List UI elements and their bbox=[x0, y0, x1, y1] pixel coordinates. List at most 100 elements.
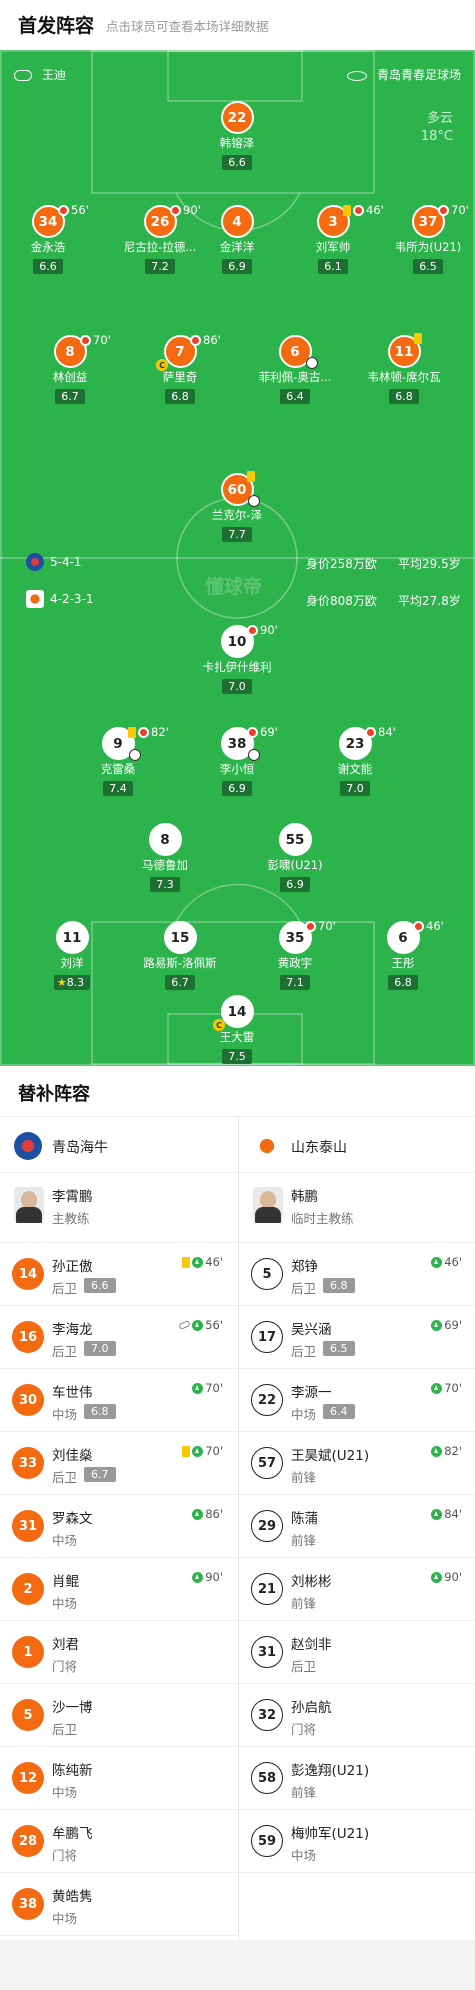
sub-player-name: 李海龙 bbox=[52, 1322, 93, 1338]
sub-player-row[interactable]: 22 李源一 中场 6.4 70' bbox=[239, 1369, 475, 1432]
pitch-player[interactable]: 60 兰克尔-泽 7.7 bbox=[187, 471, 287, 542]
pitch-player[interactable]: 3 刘军帅 6.1 46' bbox=[283, 203, 384, 274]
player-rating: 6.1 bbox=[318, 259, 348, 274]
pitch-player[interactable]: 11 刘洋 ★8.3 bbox=[22, 921, 122, 990]
sub-player-row[interactable]: 21 刘彬彬 前锋 90' bbox=[239, 1558, 475, 1621]
pitch-player[interactable]: 23 谢文能 7.0 84' bbox=[305, 725, 405, 796]
player-rating: 7.0 bbox=[340, 781, 370, 796]
player-number: 11 bbox=[55, 921, 89, 954]
sub-player-row[interactable]: 17 吴兴涵 后卫 6.5 69' bbox=[239, 1306, 475, 1369]
coach-row[interactable]: 李霄鹏 主教练 bbox=[0, 1173, 237, 1243]
sub-player-position: 前锋 bbox=[291, 1533, 317, 1548]
sub-minute: 69' bbox=[444, 1318, 462, 1332]
sub-player-row[interactable]: 2 肖鲲 中场 90' bbox=[0, 1558, 237, 1621]
sub-player-position: 后卫 bbox=[291, 1344, 317, 1359]
sub-player-row[interactable]: 33 刘佳燊 后卫 6.7 70' bbox=[0, 1432, 237, 1495]
player-rating: 6.6 bbox=[222, 155, 252, 170]
pitch-player[interactable]: 14 王大雷 7.5 C bbox=[187, 995, 287, 1064]
player-number: 14 bbox=[220, 995, 254, 1028]
sub-player-name: 牟鹏飞 bbox=[52, 1826, 93, 1842]
sub-player-name: 刘彬彬 bbox=[291, 1574, 332, 1590]
sub-player-row[interactable]: 5 沙一博 后卫 bbox=[0, 1684, 237, 1747]
pitch-player[interactable]: 22 韩镕泽 6.6 bbox=[187, 101, 287, 170]
sub-player-row[interactable]: 38 黄皓隽 中场 bbox=[0, 1873, 237, 1936]
sub-player-name: 李源一 bbox=[291, 1385, 332, 1401]
player-name: 彭啸(U21) bbox=[267, 858, 323, 872]
sub-player-number: 1 bbox=[12, 1636, 44, 1668]
sub-player-position: 后卫 bbox=[291, 1659, 317, 1674]
pitch-player[interactable]: 9 克雷桑 7.4 82' bbox=[68, 725, 169, 796]
away-team-badge-icon bbox=[253, 1132, 281, 1160]
pitch-player[interactable]: 6 王彤 6.8 46' bbox=[353, 919, 453, 990]
sub-player-rating: 6.5 bbox=[323, 1341, 355, 1356]
sub-player-row[interactable]: 31 罗森文 中场 86' bbox=[0, 1495, 237, 1558]
sub-minute: 46' bbox=[205, 1255, 223, 1269]
sub-player-row[interactable]: 14 孙正傲 后卫 6.6 46' bbox=[0, 1243, 237, 1306]
lineup-header: 首发阵容 点击球员可查看本场详细数据 bbox=[0, 0, 475, 50]
pitch-player[interactable]: 34 金永浩 6.6 56' bbox=[0, 203, 98, 274]
assist-icon bbox=[178, 1319, 191, 1331]
pitch-player[interactable]: 38 李小恒 6.9 69' bbox=[187, 725, 287, 796]
sub-player-position: 中场 bbox=[291, 1407, 317, 1422]
home-value: 身价258万欧 bbox=[306, 557, 377, 571]
sub-minute: 86' bbox=[205, 1507, 223, 1521]
sub-player-row[interactable]: 1 刘君 门将 bbox=[0, 1621, 237, 1684]
sub-player-number: 31 bbox=[251, 1636, 283, 1668]
sub-player-row[interactable]: 31 赵剑非 后卫 bbox=[239, 1621, 475, 1684]
sub-player-row[interactable]: 57 王昊斌(U21) 前锋 82' bbox=[239, 1432, 475, 1495]
sub-out-icon bbox=[58, 204, 69, 216]
sub-player-events: 70' bbox=[431, 1381, 462, 1395]
qingdao-hainiu-badge-icon bbox=[26, 553, 44, 571]
away-age: 平均27.8岁 bbox=[398, 594, 461, 608]
yellow-card-icon bbox=[182, 1445, 191, 1457]
team-row: 山东泰山 bbox=[239, 1117, 475, 1173]
sub-player-events: 70' bbox=[192, 1381, 223, 1395]
player-name: 林创益 bbox=[52, 370, 88, 384]
sub-player-number: 31 bbox=[12, 1510, 44, 1542]
sub-player-row[interactable]: 32 孙启航 门将 bbox=[239, 1684, 475, 1747]
player-rating: 6.9 bbox=[280, 877, 310, 892]
pitch-player[interactable]: 15 路易斯-洛佩斯 6.7 bbox=[130, 921, 230, 990]
player-rating: 7.7 bbox=[222, 527, 252, 542]
sub-player-number: 5 bbox=[12, 1699, 44, 1731]
sub-player-events: 90' bbox=[192, 1570, 223, 1584]
sub-player-row[interactable]: 12 陈纯新 中场 bbox=[0, 1747, 237, 1810]
pitch-player[interactable]: 4 金洋洋 6.9 bbox=[187, 205, 287, 274]
sub-player-name: 彭逸翔(U21) bbox=[291, 1763, 370, 1779]
player-name: 金永浩 bbox=[30, 240, 66, 254]
page-subtitle: 点击球员可查看本场详细数据 bbox=[106, 19, 269, 34]
sub-player-row[interactable]: 5 郑铮 后卫 6.8 46' bbox=[239, 1243, 475, 1306]
player-events bbox=[414, 333, 424, 344]
sub-player-position: 前锋 bbox=[291, 1470, 317, 1485]
sub-minute: 90' bbox=[205, 1570, 223, 1584]
coach-row[interactable]: 韩鹏 临时主教练 bbox=[239, 1173, 475, 1243]
yellow-card-icon bbox=[343, 204, 351, 216]
pitch-player[interactable]: 8 马德鲁加 7.3 bbox=[115, 823, 215, 892]
sub-player-row[interactable]: 30 车世伟 中场 6.8 70' bbox=[0, 1369, 237, 1432]
player-events: 46' bbox=[413, 919, 444, 933]
sub-player-number: 57 bbox=[251, 1447, 283, 1479]
sub-player-row[interactable]: 29 陈蒲 前锋 84' bbox=[239, 1495, 475, 1558]
pitch-player[interactable]: 37 韦所为(U21) 6.5 70' bbox=[378, 203, 475, 274]
pitch-player[interactable]: 35 黄政宇 7.1 70' bbox=[245, 919, 345, 990]
pitch-player[interactable]: 10 卡扎伊什维利 7.0 90' bbox=[187, 623, 287, 694]
pitch-player[interactable]: 55 彭啸(U21) 6.9 bbox=[245, 823, 345, 892]
sub-player-position: 门将 bbox=[291, 1722, 317, 1737]
sub-player-row[interactable]: 28 牟鹏飞 门将 bbox=[0, 1810, 237, 1873]
sub-player-row[interactable]: 58 彭逸翔(U21) 前锋 bbox=[239, 1747, 475, 1810]
sub-player-number: 21 bbox=[251, 1573, 283, 1605]
pitch-player[interactable]: 8 林创益 6.7 70' bbox=[20, 333, 120, 404]
sub-player-number: 16 bbox=[12, 1321, 44, 1353]
player-name: 路易斯-洛佩斯 bbox=[143, 956, 217, 970]
pitch-player[interactable]: 7 萨里奇 6.8 86' C bbox=[130, 333, 230, 404]
sub-player-number: 28 bbox=[12, 1825, 44, 1857]
pitch-player[interactable]: 6 菲利佩-奥古... 6.4 bbox=[245, 335, 345, 404]
sub-player-number: 32 bbox=[251, 1699, 283, 1731]
pitch-player[interactable]: 11 韦林顿-席尔瓦 6.8 bbox=[354, 333, 454, 404]
sub-player-row[interactable]: 59 梅帅军(U21) 中场 bbox=[239, 1810, 475, 1873]
home-subs-column: 青岛海牛 李霄鹏 主教练 14 孙正傲 后卫 6.6 46' 16 李海龙 后卫 7.0 56' 30 车世… bbox=[0, 1117, 237, 1941]
sub-player-row[interactable]: 16 李海龙 后卫 7.0 56' bbox=[0, 1306, 237, 1369]
player-rating: 6.4 bbox=[280, 389, 310, 404]
sub-minute: 70' bbox=[93, 333, 111, 347]
stadium: 青岛青春足球场 bbox=[346, 66, 461, 83]
